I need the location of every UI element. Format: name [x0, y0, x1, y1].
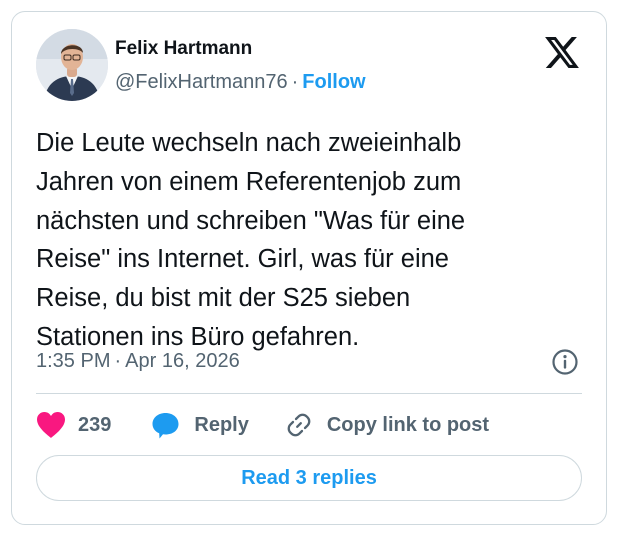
copy-link-button[interactable]: Copy link to post	[285, 411, 489, 439]
tweet-timestamp[interactable]: 1:35 PM · Apr 16, 2026	[36, 348, 240, 374]
avatar[interactable]	[36, 29, 108, 101]
x-logo-icon[interactable]	[545, 37, 579, 68]
tweet-text: Die Leute wechseln nach zweieinhalb Jahr…	[36, 129, 466, 351]
timestamp-separator: ·	[114, 350, 122, 372]
reply-label: Reply	[194, 413, 249, 436]
reply-button[interactable]: Reply	[151, 411, 284, 440]
like-button[interactable]: 239	[36, 411, 151, 439]
tweet-time: 1:35 PM	[36, 350, 111, 372]
copy-link-label: Copy link to post	[326, 413, 490, 436]
tweet-date: Apr 16, 2026	[125, 350, 240, 372]
author-name[interactable]: Felix Hartmann	[115, 37, 252, 61]
divider	[36, 393, 582, 394]
like-count: 239	[78, 413, 112, 436]
info-icon[interactable]	[551, 348, 579, 376]
handle-separator: ·	[291, 71, 299, 93]
author-handle[interactable]: @FelixHartmann76	[115, 71, 288, 93]
action-bar: 239 Reply Copy link to post	[36, 408, 489, 442]
author-handle-row: @FelixHartmann76 · Follow	[115, 69, 366, 95]
read-replies-button[interactable]: Read 3 replies	[36, 455, 582, 501]
avatar-image	[36, 29, 108, 101]
heart-icon	[37, 412, 65, 438]
tweet-card: Felix Hartmann @FelixHartmann76 · Follow D…	[11, 11, 607, 525]
speech-bubble-icon	[152, 412, 179, 438]
link-icon	[287, 413, 311, 437]
follow-button[interactable]: Follow	[302, 71, 365, 93]
